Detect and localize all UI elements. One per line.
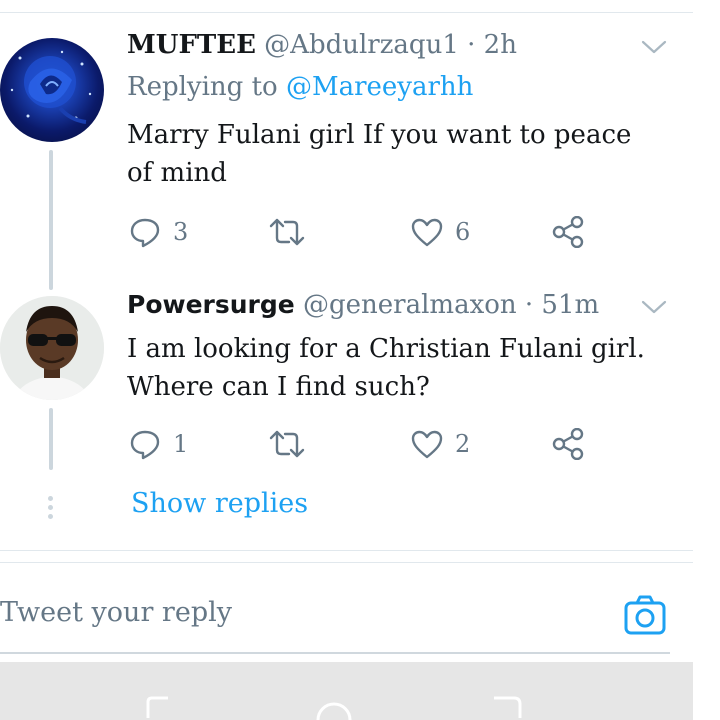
- heart-icon: [411, 430, 443, 459]
- right-edge-gap: [693, 0, 720, 720]
- like-count: 2: [455, 430, 471, 458]
- reply-count: 1: [173, 430, 189, 458]
- reply-icon: [130, 430, 160, 460]
- retweet-button[interactable]: [269, 424, 305, 464]
- composer-underline: [0, 652, 670, 654]
- tweet-text: I am looking for a Christian Fulani girl…: [127, 334, 645, 402]
- share-button[interactable]: [551, 424, 585, 464]
- avatar[interactable]: [0, 296, 104, 400]
- reply-input-placeholder[interactable]: Tweet your reply: [0, 597, 232, 628]
- divider: [0, 550, 693, 551]
- profile-photo: [0, 296, 104, 400]
- tweet-header: Powersurge @generalmaxon · 51m: [127, 290, 599, 320]
- system-navigation-bar: [0, 662, 693, 720]
- retweet-icon: [269, 430, 305, 458]
- user-handle[interactable]: @generalmaxon: [303, 290, 517, 320]
- thread-continuation-dots: [48, 496, 54, 523]
- camera-icon[interactable]: [623, 594, 667, 638]
- thread-line: [49, 408, 53, 470]
- back-icon[interactable]: [490, 696, 526, 720]
- reply-button[interactable]: 1: [129, 424, 188, 464]
- tweet-actions: 1 2: [127, 424, 597, 464]
- tweet-powersurge[interactable]: Powersurge @generalmaxon · 51m I am look…: [0, 0, 693, 540]
- home-icon[interactable]: [314, 696, 354, 720]
- reply-composer[interactable]: Tweet your reply: [0, 563, 693, 658]
- share-icon: [552, 428, 584, 460]
- chevron-down-icon[interactable]: [640, 298, 668, 316]
- show-replies-link[interactable]: Show replies: [131, 488, 308, 519]
- recent-apps-icon[interactable]: [142, 696, 178, 720]
- display-name[interactable]: Powersurge: [127, 290, 295, 319]
- like-button[interactable]: 2: [411, 424, 470, 464]
- tweet-time: · 51m: [524, 290, 600, 320]
